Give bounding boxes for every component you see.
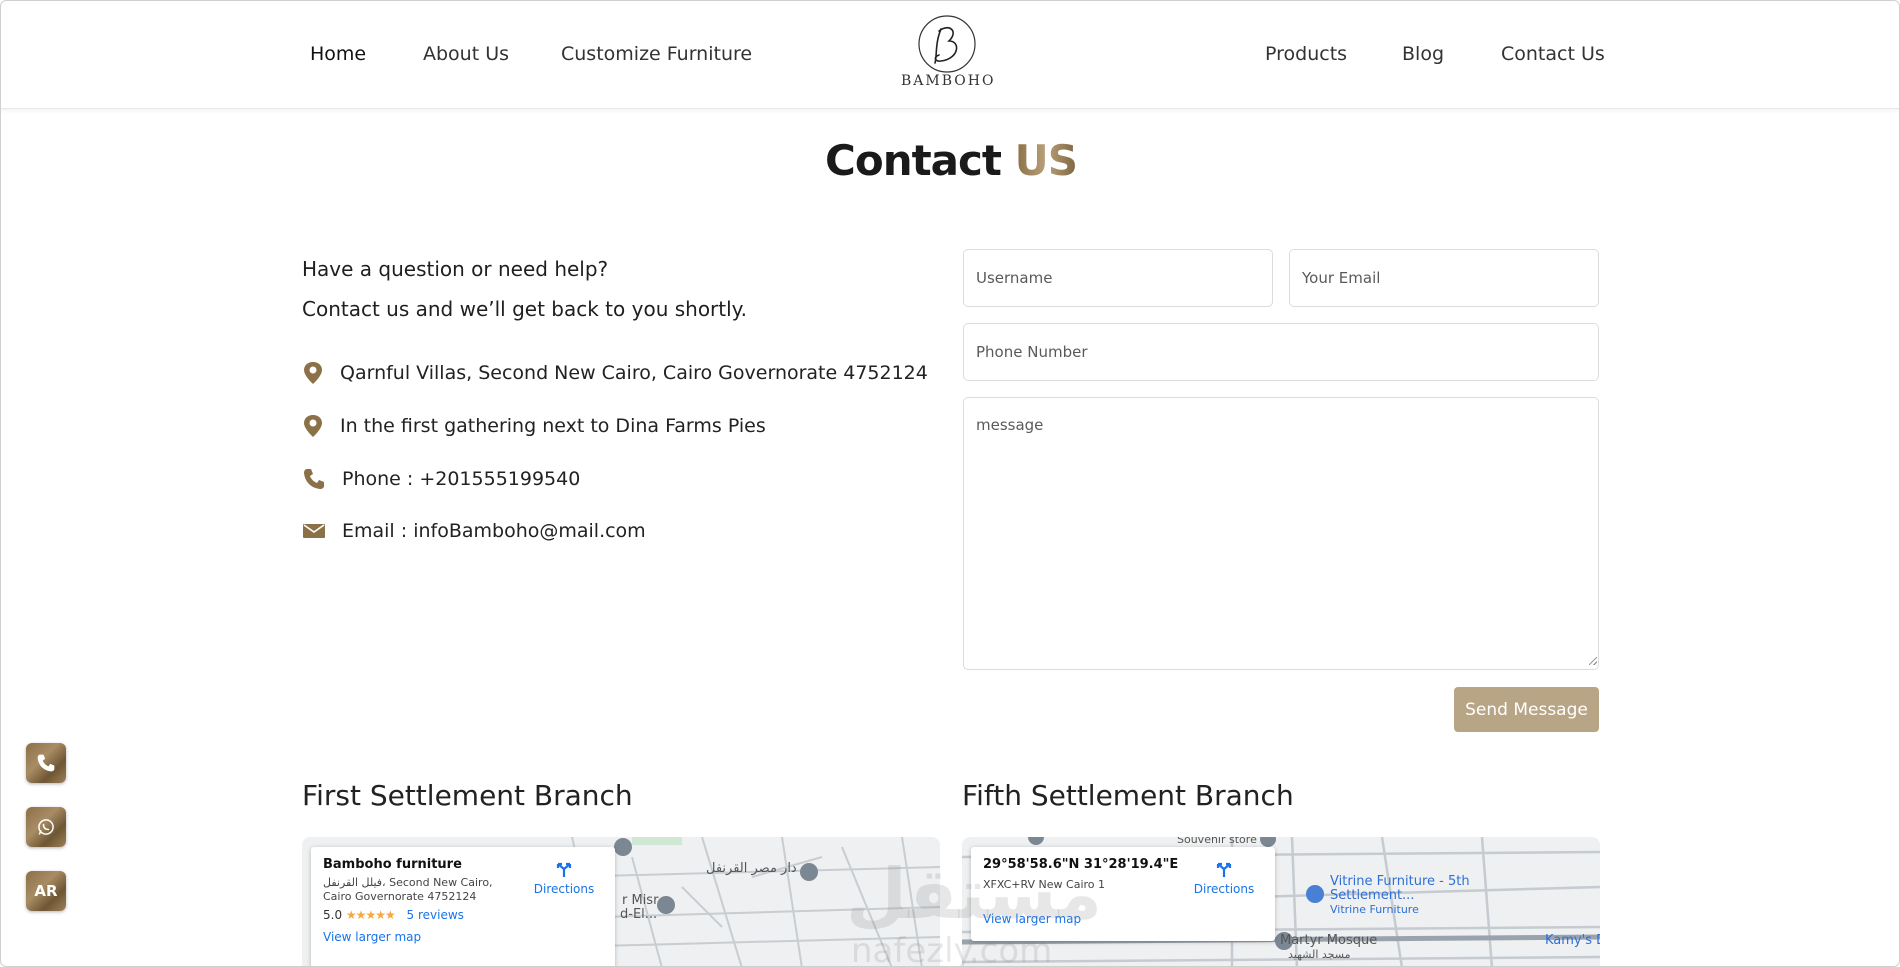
directions-icon bbox=[556, 862, 572, 877]
username-input[interactable] bbox=[963, 249, 1273, 307]
directions-label: Directions bbox=[1193, 882, 1255, 896]
rating-value: 5.0 bbox=[323, 908, 343, 922]
watermark-latin: nafezly.com bbox=[851, 931, 1053, 967]
location-pin-icon bbox=[304, 415, 322, 437]
map-label-kamy: Kamy's D bbox=[1545, 933, 1600, 948]
phone-text: Phone : +201555199540 bbox=[342, 468, 581, 490]
first-branch-map[interactable]: دار مصر القرنفل r Misr d-El... Bamboho f… bbox=[302, 837, 940, 966]
site-header: Home About Us Customize Furniture BAMBOH… bbox=[1, 1, 1899, 109]
intro-question: Have a question or need help? bbox=[302, 257, 609, 281]
language-toggle-button[interactable]: AR bbox=[26, 871, 66, 911]
bamboho-logo[interactable]: BAMBOHO bbox=[901, 13, 993, 97]
info-address: Qarnful Villas, Second New Cairo, Cairo … bbox=[302, 361, 928, 385]
reviews-link[interactable]: 5 reviews bbox=[407, 908, 464, 922]
nav-customize-furniture[interactable]: Customize Furniture bbox=[561, 43, 752, 65]
view-larger-map-link[interactable]: View larger map bbox=[323, 930, 603, 944]
map-label-souvenir: Souvenir store bbox=[1177, 837, 1257, 846]
message-textarea[interactable] bbox=[963, 397, 1599, 670]
page-title-main: Contact bbox=[825, 136, 1002, 185]
email-input[interactable] bbox=[1289, 249, 1599, 307]
info-phone: Phone : +201555199540 bbox=[302, 467, 580, 491]
map-label-dar-misr: دار مصر القرنفل bbox=[706, 861, 797, 876]
intro-subtext: Contact us and we’ll get back to you sho… bbox=[302, 297, 748, 321]
phone-number-input[interactable] bbox=[963, 323, 1599, 381]
place-address: فيلل القرنفل، Second New Cairo, Cairo Go… bbox=[323, 876, 493, 903]
whatsapp-icon bbox=[38, 819, 54, 835]
textarea-resize-handle[interactable] bbox=[1589, 657, 1597, 665]
map-label-el: d-El... bbox=[620, 907, 658, 922]
info-email: Email : infoBamboho@mail.com bbox=[302, 519, 646, 543]
info-landmark: In the first gathering next to Dina Farm… bbox=[302, 414, 766, 438]
nav-blog[interactable]: Blog bbox=[1402, 43, 1444, 65]
nav-home[interactable]: Home bbox=[310, 43, 366, 65]
place-rating-row: 5.0 ★★★★★ 5 reviews bbox=[323, 908, 603, 922]
landmark-text: In the first gathering next to Dina Farm… bbox=[340, 415, 766, 437]
send-message-button[interactable]: Send Message bbox=[1454, 687, 1599, 732]
map-label-martyr-mosque: Martyr Mosque bbox=[1280, 933, 1378, 948]
place-info-card: Bamboho furniture فيلل القرنفل، Second N… bbox=[311, 847, 615, 966]
page-frame: Home About Us Customize Furniture BAMBOH… bbox=[0, 0, 1900, 967]
floating-whatsapp-button[interactable] bbox=[26, 807, 66, 847]
map-label-mosque-arabic: مسجد الشهيد bbox=[1288, 948, 1351, 961]
map-label-vitrine: Vitrine Furniture - 5th Settlement... bbox=[1330, 874, 1470, 903]
phone-icon bbox=[304, 469, 324, 489]
first-branch-title: First Settlement Branch bbox=[302, 779, 633, 812]
fifth-branch-title: Fifth Settlement Branch bbox=[962, 779, 1294, 812]
page-title: Contact US bbox=[1, 136, 1899, 185]
email-text: Email : infoBamboho@mail.com bbox=[342, 520, 646, 542]
watermark-arabic: مستقل bbox=[846, 853, 1103, 935]
directions-icon bbox=[1216, 862, 1232, 877]
rating-stars-icon: ★★★★★ bbox=[345, 908, 396, 922]
nav-about-us[interactable]: About Us bbox=[423, 43, 509, 65]
envelope-icon bbox=[303, 524, 325, 538]
logo-monogram-icon bbox=[918, 15, 976, 73]
directions-label: Directions bbox=[533, 882, 595, 896]
directions-button[interactable]: Directions bbox=[1189, 859, 1259, 896]
map-label-misr: r Misr bbox=[622, 893, 659, 908]
logo-wordmark: BAMBOHO bbox=[901, 73, 996, 89]
nav-products[interactable]: Products bbox=[1265, 43, 1347, 65]
nav-contact-us[interactable]: Contact Us bbox=[1501, 43, 1605, 65]
phone-icon bbox=[37, 754, 55, 772]
floating-call-button[interactable] bbox=[26, 743, 66, 783]
location-pin-icon bbox=[304, 362, 322, 384]
address-text: Qarnful Villas, Second New Cairo, Cairo … bbox=[340, 362, 928, 384]
page-title-accent: US bbox=[1014, 136, 1078, 185]
directions-button[interactable]: Directions bbox=[529, 859, 599, 896]
map-label-vitrine-sub: Vitrine Furniture bbox=[1330, 903, 1419, 916]
